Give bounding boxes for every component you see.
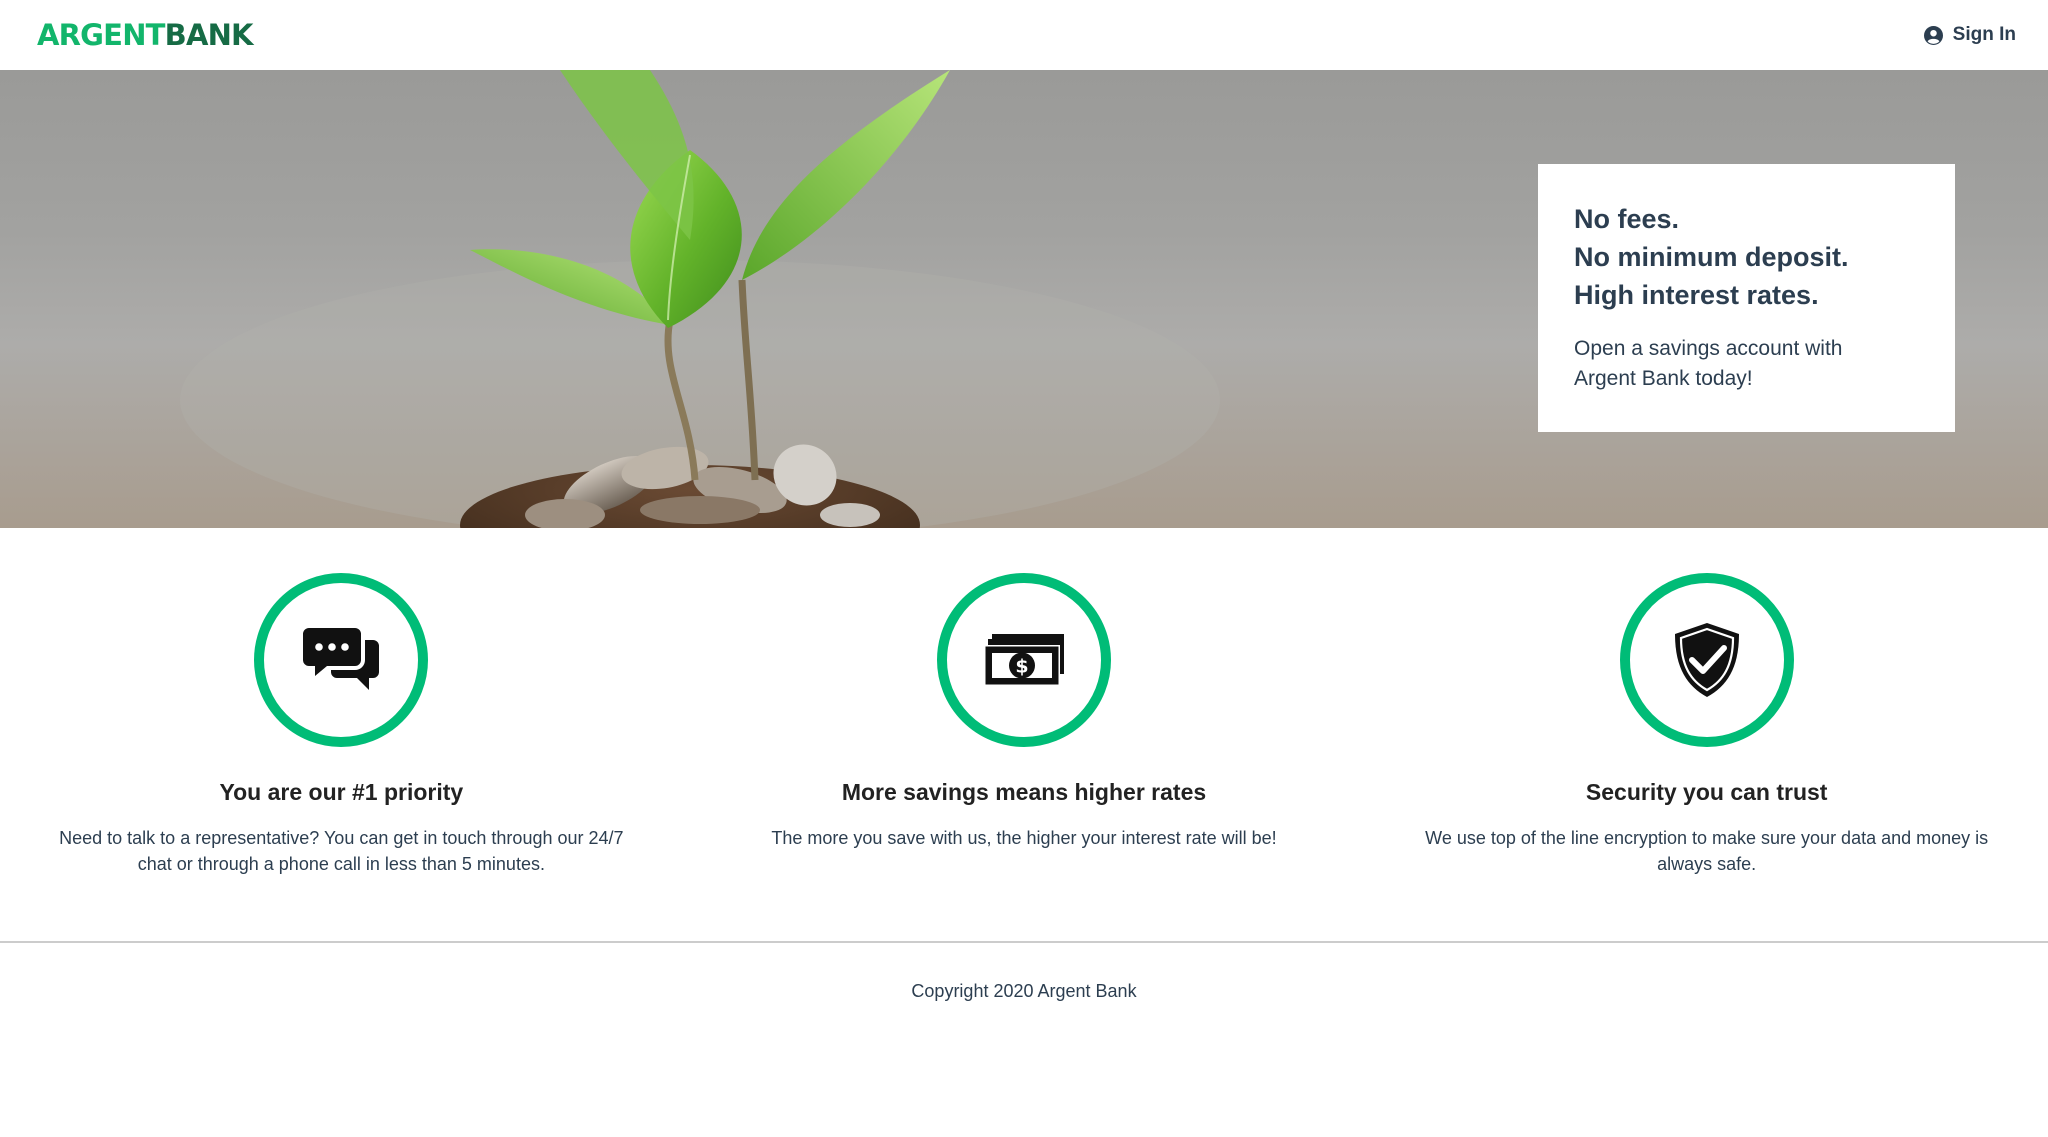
feature-item-savings: $ More savings means higher rates The mo… (683, 528, 1366, 941)
main-nav: ARGENTBANK Sign In (0, 0, 2048, 70)
money-icon: $ (984, 634, 1064, 686)
feature-text: Need to talk to a representative? You ca… (59, 828, 624, 874)
feature-icon-ring: $ (937, 573, 1111, 747)
svg-text:$: $ (1015, 656, 1028, 678)
feature-text: The more you save with us, the higher yo… (771, 828, 1277, 848)
promo-card: No fees. No minimum deposit. High intere… (1538, 164, 1955, 432)
user-circle-icon (1923, 25, 1943, 45)
promo-subtitle-no-fees: No fees. (1574, 204, 1680, 234)
chat-icon (303, 628, 380, 690)
feature-title: Security you can trust (1585, 779, 1828, 805)
sign-in-label: Sign In (1952, 24, 2016, 45)
feature-item-security: Security you can trust We use top of the… (1365, 528, 2048, 941)
feature-title: More savings means higher rates (841, 779, 1207, 805)
logo-text-bank: BANK (164, 17, 254, 52)
promo-subtitle-interest: High interest rates. (1574, 280, 1819, 310)
footer: Copyright 2020 Argent Bank (0, 941, 2048, 1137)
argent-bank-logo[interactable]: ARGENTBANK (37, 17, 254, 52)
promo-subtitle-no-minimum: No minimum deposit. (1574, 242, 1849, 272)
feature-icon-ring (254, 573, 429, 747)
footer-copyright: Copyright 2020 Argent Bank (911, 981, 1137, 1001)
feature-icon-ring (1619, 573, 1794, 747)
feature-text: We use top of the line encryption to mak… (1425, 828, 1989, 874)
feature-title: You are our #1 priority (219, 779, 464, 805)
promo-text: Open a savings account with Argent Bank … (1574, 337, 1843, 390)
security-shield-icon (1674, 623, 1739, 697)
feature-item-priority: You are our #1 priority Need to talk to … (0, 528, 683, 941)
sign-in-link[interactable]: Sign In (1923, 24, 2016, 46)
features-section: You are our #1 priority Need to talk to … (0, 528, 2048, 941)
logo-text-argent: ARGENT (37, 17, 165, 52)
hero-banner: No fees. No minimum deposit. High intere… (0, 70, 2048, 528)
